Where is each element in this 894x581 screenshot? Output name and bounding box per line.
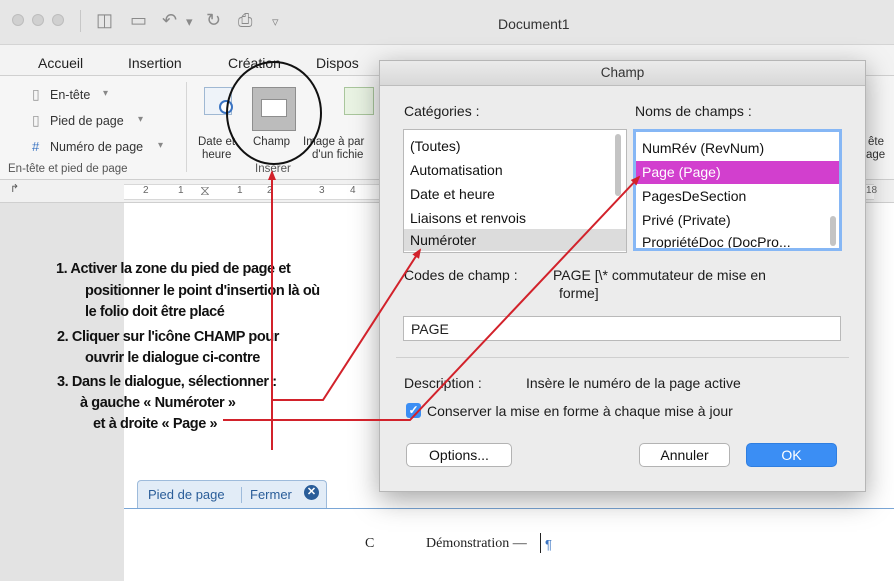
highlight-circle [226,61,322,165]
arrow-to-page [223,175,641,421]
arrow-to-numeroter [272,248,422,401]
annotation-overlay [223,61,641,450]
